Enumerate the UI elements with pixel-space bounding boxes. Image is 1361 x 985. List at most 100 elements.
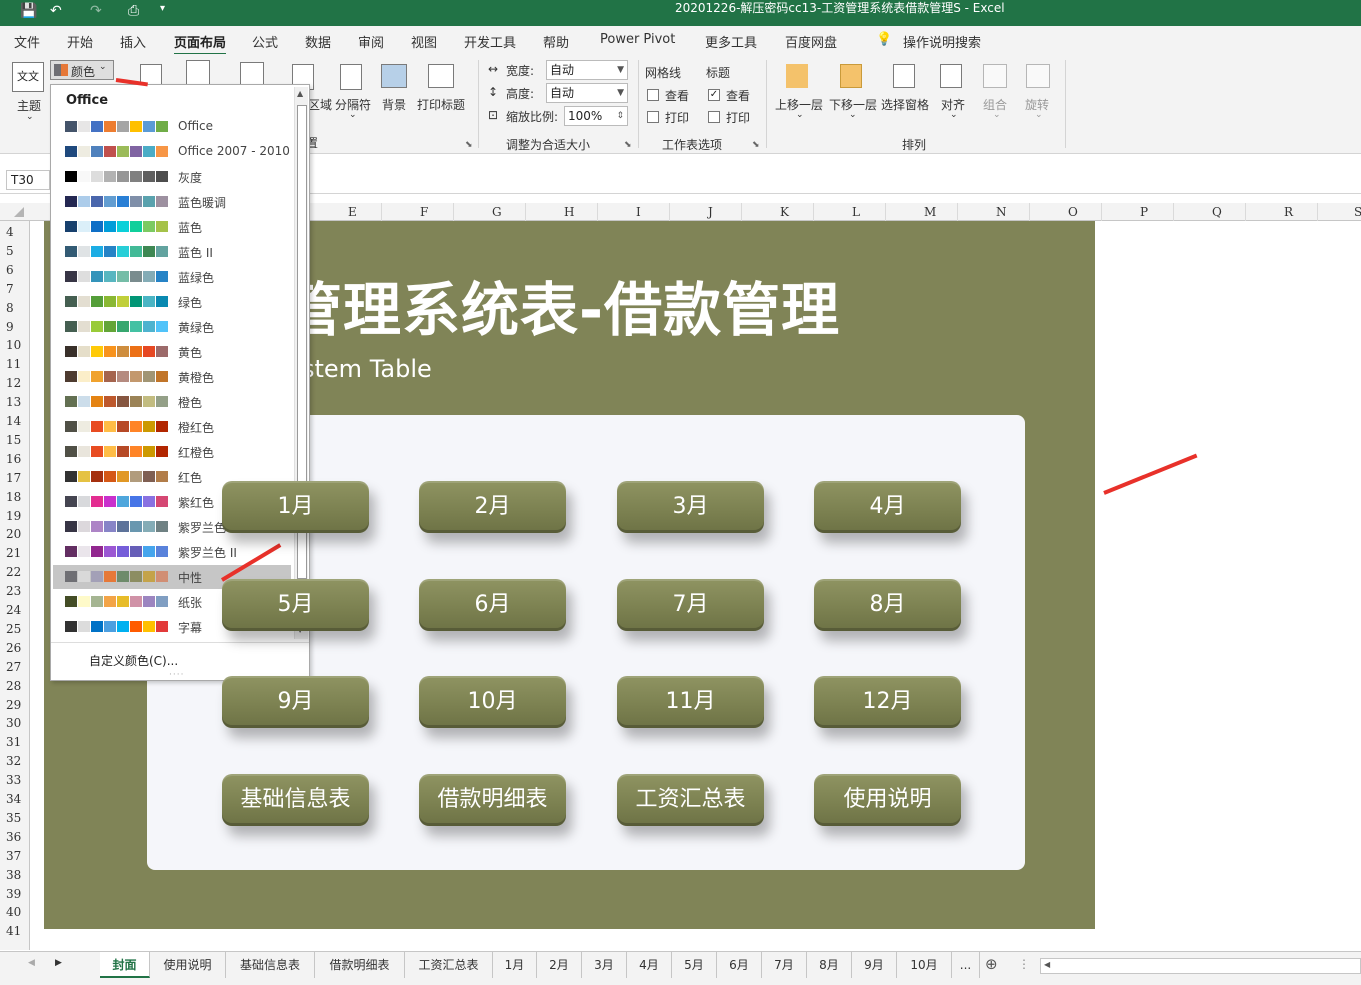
color-scheme-item[interactable]: 灰度 bbox=[53, 165, 291, 189]
horizontal-scrollbar[interactable]: ◀ bbox=[1040, 958, 1361, 974]
height-select[interactable]: 自动 ▼ bbox=[546, 83, 628, 103]
tab-scroll-right-icon[interactable]: ▶ bbox=[55, 958, 62, 968]
print-preview-icon[interactable]: ⎙ bbox=[128, 3, 139, 19]
color-scheme-item[interactable]: 黄色 bbox=[53, 340, 291, 364]
sheet-nav-button[interactable]: 12月 bbox=[814, 676, 961, 728]
sheet-nav-button[interactable]: 5月 bbox=[222, 579, 369, 631]
row-header[interactable]: 7 bbox=[6, 282, 14, 296]
column-header[interactable]: L bbox=[852, 205, 860, 219]
column-header[interactable]: Q bbox=[1212, 205, 1222, 219]
sheet-nav-button[interactable]: 6月 bbox=[419, 579, 566, 631]
dropdown-scrollbar[interactable]: ▲ ▼ bbox=[294, 87, 308, 639]
print-area-label[interactable]: 区域 bbox=[308, 96, 332, 113]
column-header[interactable]: N bbox=[996, 205, 1007, 219]
menu-tab-13[interactable]: 操作说明搜索 bbox=[903, 32, 981, 51]
align-icon[interactable] bbox=[940, 64, 962, 88]
column-header[interactable]: O bbox=[1068, 205, 1078, 219]
row-header[interactable]: 27 bbox=[6, 660, 21, 674]
sheet-tab[interactable]: 基础信息表 bbox=[226, 952, 315, 978]
row-header[interactable]: 6 bbox=[6, 263, 14, 277]
headings-view-checkbox[interactable]: ✓ bbox=[708, 89, 720, 101]
color-scheme-item[interactable]: 黄绿色 bbox=[53, 315, 291, 339]
menu-tab-0[interactable]: 文件 bbox=[14, 32, 40, 51]
row-header[interactable]: 28 bbox=[6, 679, 21, 693]
scroll-left-icon[interactable]: ◀ bbox=[1044, 960, 1050, 969]
sheet-tab[interactable]: 9月 bbox=[852, 952, 897, 978]
sheet-tab[interactable]: 5月 bbox=[672, 952, 717, 978]
print-titles-label[interactable]: 打印标题 bbox=[417, 96, 465, 113]
row-header[interactable]: 35 bbox=[6, 811, 21, 825]
themes-icon[interactable]: 文文 bbox=[12, 62, 44, 92]
column-header[interactable]: K bbox=[780, 205, 789, 219]
sheet-tab[interactable]: 1月 bbox=[493, 952, 537, 978]
sheet-tab[interactable]: 6月 bbox=[717, 952, 762, 978]
color-scheme-item[interactable]: Office bbox=[53, 115, 291, 139]
menu-tab-11[interactable]: 更多工具 bbox=[705, 32, 757, 51]
custom-colors-item[interactable]: 自定义颜色(C)... bbox=[89, 652, 178, 669]
column-header[interactable]: I bbox=[636, 205, 641, 219]
row-header[interactable]: 29 bbox=[6, 698, 21, 712]
row-header[interactable]: 16 bbox=[6, 452, 21, 466]
row-header[interactable]: 12 bbox=[6, 376, 21, 390]
menu-tab-3[interactable]: 页面布局 bbox=[174, 32, 227, 55]
sheet-nav-button[interactable]: 基础信息表 bbox=[222, 774, 369, 826]
dialog-launcher-icon[interactable]: ⬊ bbox=[752, 140, 760, 150]
row-header[interactable]: 17 bbox=[6, 471, 21, 485]
selection-pane-label[interactable]: 选择窗格 bbox=[881, 96, 929, 113]
menu-tab-8[interactable]: 开发工具 bbox=[464, 32, 516, 51]
row-header[interactable]: 41 bbox=[6, 924, 21, 938]
add-sheet-icon[interactable]: ⊕ bbox=[985, 955, 998, 973]
row-header[interactable]: 32 bbox=[6, 754, 21, 768]
column-header[interactable]: R bbox=[1284, 205, 1293, 219]
sheet-tab[interactable]: 4月 bbox=[627, 952, 672, 978]
sheet-tab[interactable]: 工资汇总表 bbox=[405, 952, 493, 978]
dialog-launcher-icon[interactable]: ⬊ bbox=[465, 140, 473, 150]
row-header[interactable]: 4 bbox=[6, 225, 14, 239]
sheet-nav-button[interactable]: 使用说明 bbox=[814, 774, 961, 826]
spinner-icon[interactable]: ⇕ bbox=[616, 107, 624, 125]
row-header[interactable]: 30 bbox=[6, 716, 21, 730]
row-header[interactable]: 23 bbox=[6, 584, 21, 598]
row-header[interactable]: 15 bbox=[6, 433, 21, 447]
sheet-nav-button[interactable]: 11月 bbox=[617, 676, 764, 728]
color-scheme-item[interactable]: 蓝色暖调 bbox=[53, 190, 291, 214]
background-icon[interactable] bbox=[381, 64, 407, 88]
sheet-nav-button[interactable]: 2月 bbox=[419, 481, 566, 533]
selection-pane-icon[interactable] bbox=[893, 64, 915, 88]
row-header[interactable]: 11 bbox=[6, 357, 21, 371]
column-header[interactable]: P bbox=[1140, 205, 1148, 219]
sheet-nav-button[interactable]: 1月 bbox=[222, 481, 369, 533]
scroll-up-icon[interactable]: ▲ bbox=[297, 89, 303, 98]
resize-grip-icon[interactable]: ···· bbox=[169, 670, 184, 680]
sheet-nav-button[interactable]: 8月 bbox=[814, 579, 961, 631]
column-header[interactable]: G bbox=[492, 205, 502, 219]
row-header[interactable]: 18 bbox=[6, 490, 21, 504]
color-scheme-item[interactable]: 蓝色 II bbox=[53, 240, 291, 264]
sheet-tab[interactable]: 3月 bbox=[582, 952, 627, 978]
row-header[interactable]: 19 bbox=[6, 509, 21, 523]
row-header[interactable]: 8 bbox=[6, 301, 14, 315]
sheet-nav-button[interactable]: 9月 bbox=[222, 676, 369, 728]
row-header[interactable]: 38 bbox=[6, 868, 21, 882]
dialog-launcher-icon[interactable]: ⬊ bbox=[624, 140, 632, 150]
row-header[interactable]: 40 bbox=[6, 905, 21, 919]
menu-tab-12[interactable]: 百度网盘 bbox=[785, 32, 837, 51]
row-header[interactable]: 33 bbox=[6, 773, 21, 787]
row-header[interactable]: 5 bbox=[6, 244, 14, 258]
menu-tab-4[interactable]: 公式 bbox=[252, 32, 278, 51]
sheet-nav-button[interactable]: 10月 bbox=[419, 676, 566, 728]
sheet-tab[interactable]: 使用说明 bbox=[150, 952, 226, 978]
color-scheme-item[interactable]: 橙红色 bbox=[53, 415, 291, 439]
tab-scroll-left-icon[interactable]: ◀ bbox=[28, 958, 35, 968]
menu-tab-10[interactable]: Power Pivot bbox=[600, 32, 675, 47]
customize-qat-icon[interactable]: ▾ bbox=[160, 3, 165, 14]
select-all-icon[interactable] bbox=[14, 207, 24, 217]
send-backward-icon[interactable] bbox=[840, 64, 862, 88]
row-header[interactable]: 25 bbox=[6, 622, 21, 636]
row-header[interactable]: 24 bbox=[6, 603, 21, 617]
redo-icon[interactable]: ↷ bbox=[90, 3, 102, 19]
row-header[interactable]: 21 bbox=[6, 546, 21, 560]
gridlines-print-checkbox[interactable] bbox=[647, 111, 659, 123]
sheet-tab[interactable]: 7月 bbox=[762, 952, 807, 978]
row-header[interactable]: 9 bbox=[6, 320, 14, 334]
